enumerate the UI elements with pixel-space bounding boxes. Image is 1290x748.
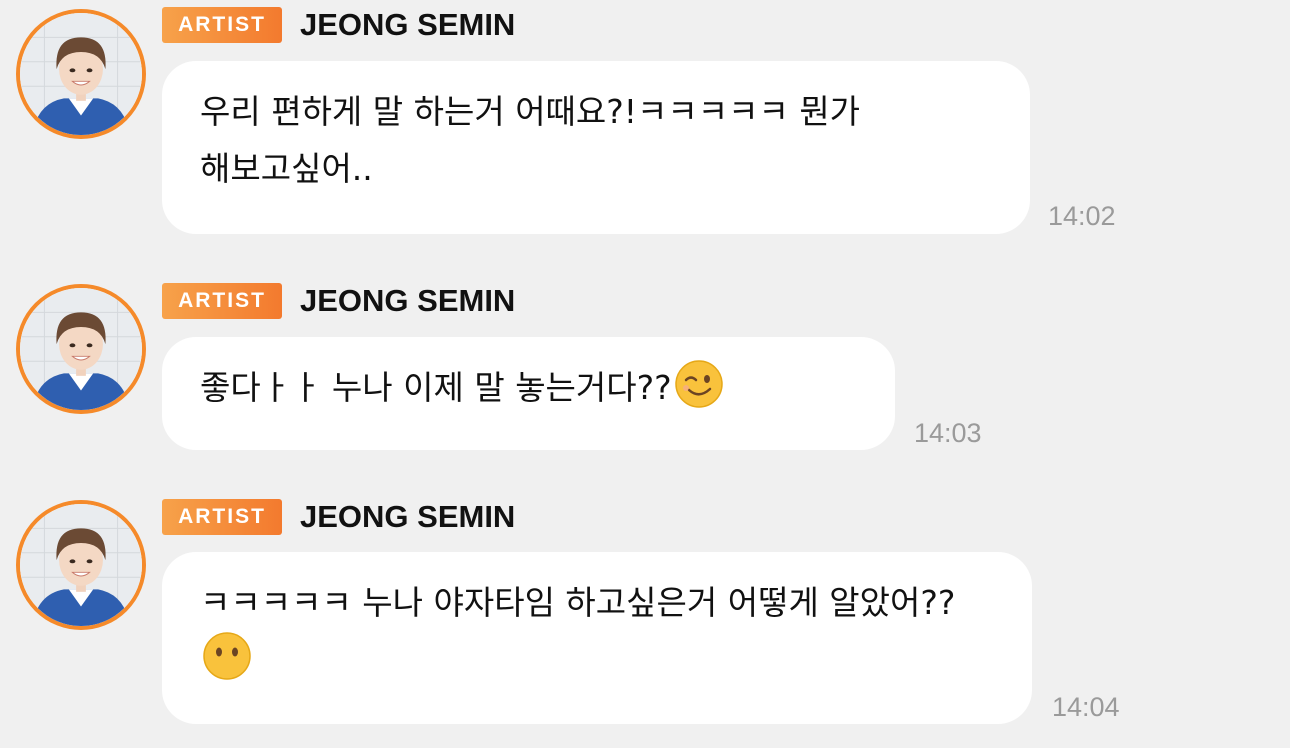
artist-avatar-icon — [20, 504, 142, 626]
artist-badge: ARTIST — [162, 283, 282, 319]
sender-name: JEONG SEMIN — [300, 7, 516, 42]
artist-avatar-icon — [20, 13, 142, 135]
avatar[interactable] — [16, 500, 146, 630]
winking-face-icon — [674, 359, 724, 409]
message-timestamp: 14:04 — [1052, 692, 1120, 722]
message-bubble[interactable]: 좋다ㅏㅏ 누나 이제 말 놓는거다?? — [162, 337, 895, 450]
message-bubble[interactable]: 우리 편하게 말 하는거 어때요?!ㅋㅋㅋㅋㅋ 뭔가 해보고싶어.. — [162, 61, 1030, 234]
sender-name: JEONG SEMIN — [300, 499, 516, 534]
message-text: 우리 편하게 말 하는거 어때요?!ㅋㅋㅋㅋㅋ 뭔가 해보고싶어.. — [200, 92, 861, 188]
face-without-mouth-icon — [202, 631, 252, 681]
artist-badge: ARTIST — [162, 499, 282, 535]
message-timestamp: 14:02 — [1048, 201, 1116, 231]
artist-badge: ARTIST — [162, 7, 282, 43]
sender-name: JEONG SEMIN — [300, 283, 516, 318]
avatar[interactable] — [16, 284, 146, 414]
avatar[interactable] — [16, 9, 146, 139]
message-timestamp: 14:03 — [914, 418, 982, 448]
artist-avatar-icon — [20, 288, 142, 410]
message-text: 좋다ㅏㅏ 누나 이제 말 놓는거다?? — [200, 368, 672, 407]
message-bubble[interactable]: ㅋㅋㅋㅋㅋ 누나 야자타임 하고싶은거 어떻게 알았어?? — [162, 552, 1032, 724]
message-text: ㅋㅋㅋㅋㅋ 누나 야자타임 하고싶은거 어떻게 알았어?? — [200, 583, 956, 622]
